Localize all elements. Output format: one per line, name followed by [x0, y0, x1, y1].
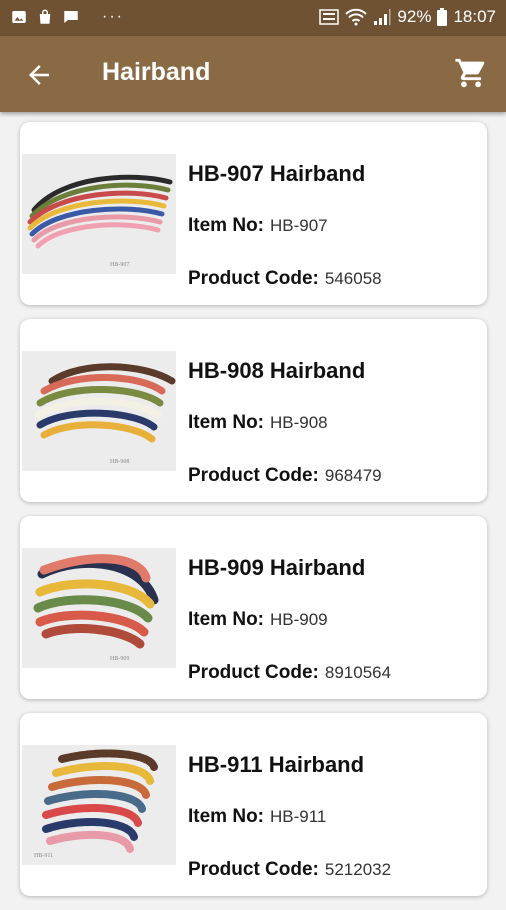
shopping-bag-icon: [39, 9, 51, 24]
item-no-label: Item No:: [188, 412, 264, 433]
product-code-row: Product Code: 8910564: [188, 659, 391, 685]
svg-text:HB-908: HB-908: [110, 459, 129, 465]
app-bar: Hairband: [0, 36, 506, 112]
cart-icon[interactable]: [454, 56, 488, 90]
product-image: HB-911: [22, 745, 176, 865]
back-arrow-icon[interactable]: [24, 60, 54, 90]
product-image: HB-907: [22, 154, 176, 274]
product-code-label: Product Code:: [188, 859, 319, 880]
svg-text:HB-911: HB-911: [34, 853, 53, 859]
battery-percent: 92%: [397, 7, 432, 26]
product-info: HB-907 Hairband Item No: HB-907 Product C…: [188, 160, 382, 291]
product-name: HB-909 Hairband: [188, 555, 366, 580]
item-no-label: Item No:: [188, 806, 264, 827]
item-number-row: Item No: HB-909: [188, 606, 391, 632]
product-code-value: 5212032: [324, 860, 392, 879]
product-card[interactable]: HB-911 HB-911 Hairband Item No: HB-911 Pr…: [20, 713, 487, 896]
volte-icon: [319, 9, 340, 25]
product-card[interactable]: HB-908 HB-908 Hairband Item No: HB-908 Pr…: [20, 319, 487, 502]
item-no-value: HB-909: [270, 610, 328, 629]
message-icon: [64, 11, 78, 23]
status-bar: ··· 92% 18:07: [0, 0, 506, 36]
svg-text:HB-909: HB-909: [110, 656, 129, 662]
product-list: HB-907 HB-907 Hairband Item No: HB-907 Pr…: [20, 122, 487, 910]
item-number-row: Item No: HB-911: [188, 803, 391, 829]
product-code-label: Product Code:: [188, 662, 319, 683]
item-no-label: Item No:: [188, 215, 264, 236]
product-code-label: Product Code:: [188, 465, 319, 486]
product-code-label: Product Code:: [188, 268, 319, 289]
product-info: HB-911 Hairband Item No: HB-911 Product C…: [188, 751, 391, 882]
item-no-value: HB-907: [270, 216, 328, 235]
item-no-label: Item No:: [188, 609, 264, 630]
product-name: HB-908 Hairband: [188, 358, 366, 383]
product-name: HB-907 Hairband: [188, 161, 366, 186]
product-card[interactable]: HB-909 HB-909 Hairband Item No: HB-909 Pr…: [20, 516, 487, 699]
product-code-value: 968479: [324, 466, 382, 485]
battery-icon: [437, 8, 448, 26]
wifi-icon: [345, 8, 368, 26]
product-info: HB-908 Hairband Item No: HB-908 Product C…: [188, 357, 382, 488]
product-code-row: Product Code: 968479: [188, 462, 382, 488]
signal-icon: [374, 9, 391, 25]
more-notifications-icon: ···: [102, 8, 124, 25]
item-number-row: Item No: HB-908: [188, 409, 382, 435]
gallery-icon: [12, 11, 26, 23]
product-code-value: 546058: [324, 269, 382, 288]
product-card[interactable]: HB-907 HB-907 Hairband Item No: HB-907 Pr…: [20, 122, 487, 305]
product-name: HB-911 Hairband: [188, 752, 365, 777]
product-code-value: 8910564: [324, 663, 392, 682]
product-image: HB-909: [22, 548, 176, 668]
page-title: Hairband: [102, 58, 211, 86]
product-image: HB-908: [22, 351, 176, 471]
product-code-row: Product Code: 5212032: [188, 856, 391, 882]
system-icons: 92% 18:07: [319, 7, 496, 27]
item-number-row: Item No: HB-907: [188, 212, 382, 238]
clock: 18:07: [453, 7, 496, 26]
product-info: HB-909 Hairband Item No: HB-909 Product C…: [188, 554, 391, 685]
notification-icons: ···: [10, 8, 124, 26]
svg-text:HB-907: HB-907: [110, 262, 129, 268]
item-no-value: HB-908: [270, 413, 328, 432]
item-no-value: HB-911: [270, 807, 327, 826]
product-code-row: Product Code: 546058: [188, 265, 382, 291]
